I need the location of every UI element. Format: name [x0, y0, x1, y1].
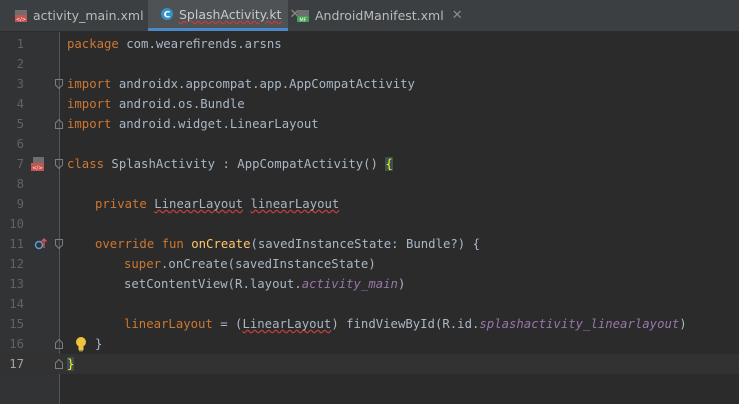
error-identifier: linearLayout: [250, 197, 340, 211]
code-line: 2: [0, 54, 739, 74]
editor-tab-bar: </> activity_main.xml ✕ C SplashActivity…: [0, 0, 739, 32]
code-text: }: [67, 354, 75, 374]
code-line: 6: [0, 134, 739, 154]
line-number: 10: [9, 217, 24, 231]
svg-text:</>: </>: [16, 17, 26, 23]
fold-start-icon[interactable]: [55, 159, 63, 169]
keyword: super: [124, 257, 162, 271]
resource-reference: activity_main: [301, 277, 398, 291]
code-text: override fun onCreate(savedInstanceState…: [95, 234, 480, 254]
error-type: LinearLayout: [154, 197, 244, 211]
code-line: 15 linearLayout = (LinearLayout) findVie…: [0, 314, 739, 334]
close-icon[interactable]: ✕: [452, 8, 463, 23]
code-line: 1 package com.weareﬁrends.arsns: [0, 34, 739, 54]
keyword: class: [67, 157, 105, 171]
parameters: (savedInstanceState: Bundle?) {: [250, 237, 480, 251]
line-number: 3: [16, 77, 24, 91]
statement: ) findViewById(R.id.: [331, 317, 480, 331]
code-text: class SplashActivity : AppCompatActivity…: [67, 154, 393, 174]
import-path: androidx.appcompat.app.AppCompatActivity: [111, 77, 415, 91]
fold-end-icon[interactable]: [55, 339, 63, 349]
line-number: 13: [9, 277, 24, 291]
code-line: 12 super.onCreate(savedInstanceState): [0, 254, 739, 274]
line-number: 16: [9, 337, 24, 351]
fold-end-icon[interactable]: [55, 359, 63, 369]
code-line: 7 </> class SplashActivity : AppCompatAc…: [0, 154, 739, 174]
line-number: 9: [16, 197, 24, 211]
code-editor[interactable]: 1 package com.weareﬁrends.arsns 2 3 impo…: [0, 32, 739, 404]
code-line: 13 setContentView(R.layout.activity_main…: [0, 274, 739, 294]
function-name: onCreate: [191, 237, 251, 251]
svg-text:MF: MF: [299, 17, 306, 23]
package-name: com.weareﬁrends.arsns: [118, 37, 282, 51]
keyword: private: [95, 197, 147, 211]
class-declaration: SplashActivity : AppCompatActivity(): [104, 157, 386, 171]
tab-activity-main-xml[interactable]: </> activity_main.xml ✕: [0, 0, 162, 31]
tab-androidmanifest-xml[interactable]: MF AndroidManifest.xml ✕: [288, 0, 463, 31]
manifest-icon: MF: [296, 9, 310, 23]
fold-end-icon[interactable]: [55, 119, 63, 129]
code-line: 9 private LinearLayout linearLayout: [0, 194, 739, 214]
fold-start-icon[interactable]: [55, 239, 63, 249]
line-number: 4: [16, 97, 24, 111]
line-number: 8: [16, 177, 24, 191]
line-number: 17: [9, 357, 24, 371]
code-line: 16 }: [0, 334, 739, 354]
svg-text:</>: </>: [32, 166, 43, 172]
resource-reference: splashactivity_linearlayout: [479, 317, 680, 331]
code-text: package com.weareﬁrends.arsns: [67, 34, 282, 54]
statement: .onCreate(savedInstanceState): [161, 257, 376, 271]
code-text: import android.widget.LinearLayout: [67, 114, 319, 134]
code-line-current: 17 }: [0, 354, 739, 374]
line-number: 2: [16, 57, 24, 71]
property-name: linearLayout: [124, 317, 213, 331]
line-number: 14: [9, 297, 24, 311]
code-text: import androidx.appcompat.app.AppCompatA…: [67, 74, 415, 94]
keyword: import: [67, 117, 112, 131]
line-number: 7: [16, 157, 24, 171]
code-text: setContentView(R.layout.activity_main): [124, 274, 405, 294]
code-line: 4 import android.os.Bundle: [0, 94, 739, 114]
code-line: 3 import androidx.appcompat.app.AppCompa…: [0, 74, 739, 94]
line-number: 5: [16, 117, 24, 131]
keyword: override fun: [95, 237, 184, 251]
code-line: 5 import android.widget.LinearLayout: [0, 114, 739, 134]
keyword: import: [67, 97, 112, 111]
xml-layout-icon: </>: [14, 9, 28, 23]
line-number: 6: [16, 137, 24, 151]
statement-end: ): [397, 277, 406, 291]
tab-label: AndroidManifest.xml: [315, 8, 444, 23]
code-text: import android.os.Bundle: [67, 94, 245, 114]
line-number: 1: [16, 37, 24, 51]
tab-label: activity_main.xml: [33, 8, 144, 23]
code-text: private LinearLayout linearLayout: [95, 194, 339, 214]
code-line: 11 override fun onCreate(savedInstanceSt…: [0, 234, 739, 254]
closing-brace: }: [95, 337, 103, 351]
tab-label: SplashActivity.kt: [179, 6, 282, 22]
statement: = (: [212, 317, 243, 331]
line-number: 15: [9, 317, 24, 331]
statement-end: ): [679, 317, 687, 331]
code-text: super.onCreate(savedInstanceState): [124, 254, 376, 274]
statement: setContentView(R.layout.: [124, 277, 302, 291]
error-type: LinearLayout: [242, 317, 332, 331]
line-number: 12: [9, 257, 24, 271]
code-line: 8: [0, 174, 739, 194]
line-number: 11: [9, 237, 24, 251]
keyword: import: [67, 77, 112, 91]
import-path: android.widget.LinearLayout: [111, 117, 319, 131]
code-line: 14: [0, 294, 739, 314]
svg-text:C: C: [164, 11, 171, 21]
code-text: linearLayout = (LinearLayout) findViewBy…: [124, 314, 687, 334]
matched-brace: }: [67, 357, 75, 371]
tab-splashactivity-kt[interactable]: C SplashActivity.kt ✕: [148, 0, 300, 31]
code-text: }: [95, 334, 102, 354]
keyword: package: [67, 37, 119, 51]
kotlin-class-icon: C: [160, 7, 174, 21]
code-line: 10: [0, 214, 739, 234]
fold-start-icon[interactable]: [55, 79, 63, 89]
matched-brace: {: [385, 157, 393, 171]
import-path: android.os.Bundle: [111, 97, 245, 111]
